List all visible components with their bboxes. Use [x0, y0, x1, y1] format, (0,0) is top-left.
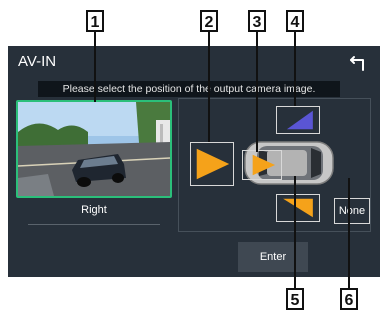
callout-6: 6: [340, 288, 358, 310]
callout-3-line: [256, 32, 258, 152]
back-arrow-icon: [350, 56, 364, 71]
camera-image: [18, 102, 170, 196]
camera-position-label: Right: [81, 204, 107, 216]
arrow-right-orange-icon: [252, 154, 276, 176]
enter-button[interactable]: Enter: [238, 242, 308, 272]
callout-6-line: [348, 178, 350, 288]
callout-3: 3: [248, 10, 266, 32]
callout-1-line: [94, 32, 96, 102]
callout-5: 5: [286, 288, 304, 310]
arrow-down-orange-icon: [283, 198, 313, 218]
screen-title: AV-IN: [18, 53, 57, 70]
position-top-button[interactable]: [276, 106, 320, 134]
position-rear-button[interactable]: [242, 150, 282, 180]
camera-preview[interactable]: [16, 100, 172, 198]
av-in-screen: AV-IN Please select the position of the …: [8, 46, 380, 277]
callout-4: 4: [286, 10, 304, 32]
arrow-up-blue-icon: [286, 110, 313, 130]
callout-1: 1: [86, 10, 104, 32]
label-underline: [28, 224, 160, 225]
position-left-button[interactable]: [190, 142, 234, 186]
none-button[interactable]: None: [334, 198, 370, 224]
callout-2: 2: [200, 10, 218, 32]
arrow-right-orange-icon: [196, 148, 230, 180]
back-button[interactable]: [348, 51, 372, 73]
callout-2-line: [208, 32, 210, 142]
position-bottom-button[interactable]: [276, 194, 320, 222]
callout-4-line: [294, 32, 296, 106]
callout-5-line: [294, 176, 296, 288]
